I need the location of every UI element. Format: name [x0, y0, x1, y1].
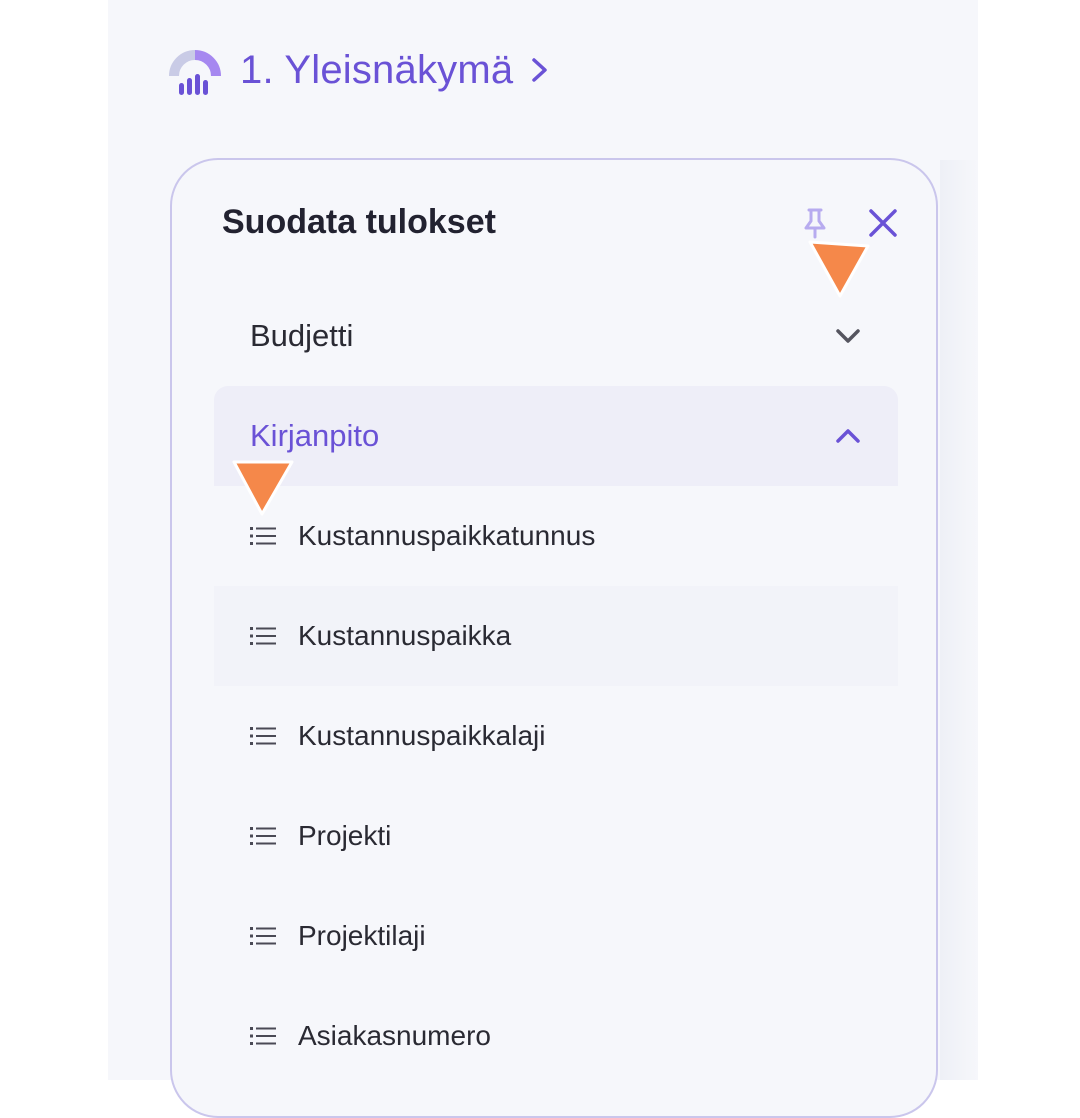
- list-icon: [250, 527, 276, 545]
- list-icon: [250, 627, 276, 645]
- list-icon: [250, 727, 276, 745]
- chevron-right-icon[interactable]: [529, 55, 551, 85]
- section-label: Kirjanpito: [250, 418, 380, 453]
- page-title[interactable]: 1. Yleisnäkymä: [240, 50, 513, 90]
- item-label: Projekti: [298, 820, 392, 851]
- chevron-up-icon[interactable]: [834, 426, 862, 446]
- item-label: Kustannuspaikkatunnus: [298, 520, 596, 551]
- page-header: 1. Yleisnäkymä: [168, 40, 551, 100]
- item-label: Projektilaji: [298, 920, 426, 951]
- section-kirjanpito[interactable]: Kirjanpito: [214, 386, 898, 486]
- filter-panel-title: Suodata tulokset: [222, 203, 496, 241]
- section-budjetti[interactable]: Budjetti: [214, 286, 898, 386]
- list-item[interactable]: Projektilaji: [214, 886, 898, 986]
- item-label: Asiakasnumero: [298, 1020, 491, 1051]
- list-icon: [250, 827, 276, 845]
- list-icon: [250, 1027, 276, 1045]
- list-item[interactable]: Asiakasnumero: [214, 986, 898, 1086]
- item-label: Kustannuspaikkalaji: [298, 720, 546, 751]
- panel-edge: [940, 160, 978, 1080]
- list-item[interactable]: Kustannuspaikkatunnus: [214, 486, 898, 586]
- section-label: Budjetti: [250, 318, 354, 353]
- list-icon: [250, 927, 276, 945]
- pointer-arrow-icon: [232, 460, 294, 516]
- item-label: Kustannuspaikka: [298, 620, 512, 651]
- analytics-logo-icon: [169, 50, 221, 95]
- list-item[interactable]: Projekti: [214, 786, 898, 886]
- list-item[interactable]: Kustannuspaikkalaji: [214, 686, 898, 786]
- chevron-down-icon[interactable]: [834, 326, 862, 346]
- pointer-arrow-icon: [808, 240, 870, 298]
- list-item[interactable]: Kustannuspaikka: [214, 586, 898, 686]
